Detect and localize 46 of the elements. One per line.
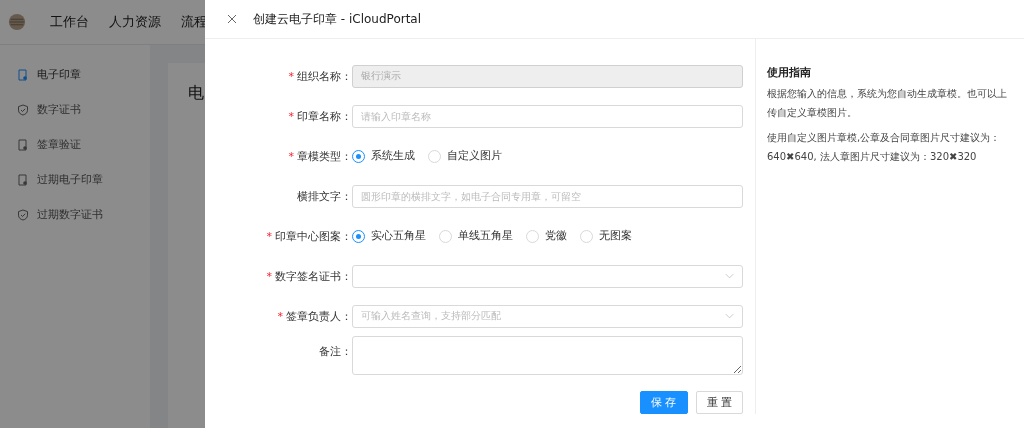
radio-option[interactable]: 自定义图片 bbox=[428, 149, 502, 163]
guide-title: 使用指南 bbox=[767, 65, 812, 80]
select-field[interactable] bbox=[352, 264, 743, 288]
logo-icon bbox=[8, 13, 26, 31]
shield-icon bbox=[17, 208, 29, 221]
document-icon bbox=[17, 173, 29, 186]
field-label: 备注： bbox=[319, 345, 352, 358]
notes-field[interactable] bbox=[352, 336, 743, 375]
nav-tab[interactable]: 工作台 bbox=[50, 13, 89, 31]
document-icon bbox=[17, 68, 29, 81]
sidebar-item[interactable]: 签章验证 bbox=[0, 127, 150, 162]
radio-option[interactable]: 实心五角星 bbox=[352, 229, 426, 243]
chevron-down-icon bbox=[725, 273, 734, 279]
sidebar-item[interactable]: 过期数字证书 bbox=[0, 197, 150, 232]
field-label: 数字签名证书： bbox=[275, 269, 352, 283]
sidebar-item[interactable]: 过期电子印章 bbox=[0, 162, 150, 197]
drawer-title: 创建云电子印章 - iCloudPortal bbox=[253, 10, 422, 28]
input-field[interactable]: 请输入印章名称 bbox=[352, 104, 743, 128]
document-icon bbox=[17, 138, 29, 151]
field-label: 横排文字： bbox=[297, 189, 352, 203]
field-label: 签章负责人： bbox=[286, 309, 352, 323]
required-mark: * bbox=[266, 269, 272, 283]
radio-option[interactable]: 系统生成 bbox=[352, 149, 415, 163]
shield-icon bbox=[17, 103, 29, 116]
reset-button[interactable]: 重 置 bbox=[695, 391, 743, 414]
required-mark: * bbox=[288, 69, 294, 83]
guide-text: 使用自定义图片章模,公章及合同章图片尺寸建议为：640✖640, 法人章图片尺寸建议为：320✖320 bbox=[767, 131, 1002, 164]
field-label: 印章名称： bbox=[297, 109, 352, 123]
sidebar-item[interactable]: 数字证书 bbox=[0, 92, 150, 127]
field-label: 印章中心图案： bbox=[275, 229, 352, 243]
field-label: 组织名称： bbox=[297, 69, 352, 83]
page-title: 电 bbox=[188, 83, 204, 104]
guide-text: 根据您输入的信息，系统为您自动生成章模。也可以上传自定义章模图片。 bbox=[767, 87, 1008, 120]
required-mark: * bbox=[288, 149, 294, 163]
required-mark: * bbox=[288, 109, 294, 123]
field-label: 章模类型： bbox=[297, 149, 352, 163]
radio-option[interactable]: 党徽 bbox=[526, 229, 567, 243]
nav-tab[interactable]: 人力资源 bbox=[109, 13, 161, 31]
radio-option[interactable]: 无图案 bbox=[580, 229, 632, 243]
required-mark: * bbox=[266, 229, 272, 243]
sidebar-item[interactable]: 电子印章 bbox=[0, 57, 150, 92]
required-mark: * bbox=[277, 309, 283, 323]
chevron-down-icon bbox=[725, 313, 734, 319]
radio-option[interactable]: 单线五角星 bbox=[439, 229, 513, 243]
close-icon[interactable] bbox=[227, 14, 237, 24]
save-button[interactable]: 保 存 bbox=[640, 391, 688, 414]
